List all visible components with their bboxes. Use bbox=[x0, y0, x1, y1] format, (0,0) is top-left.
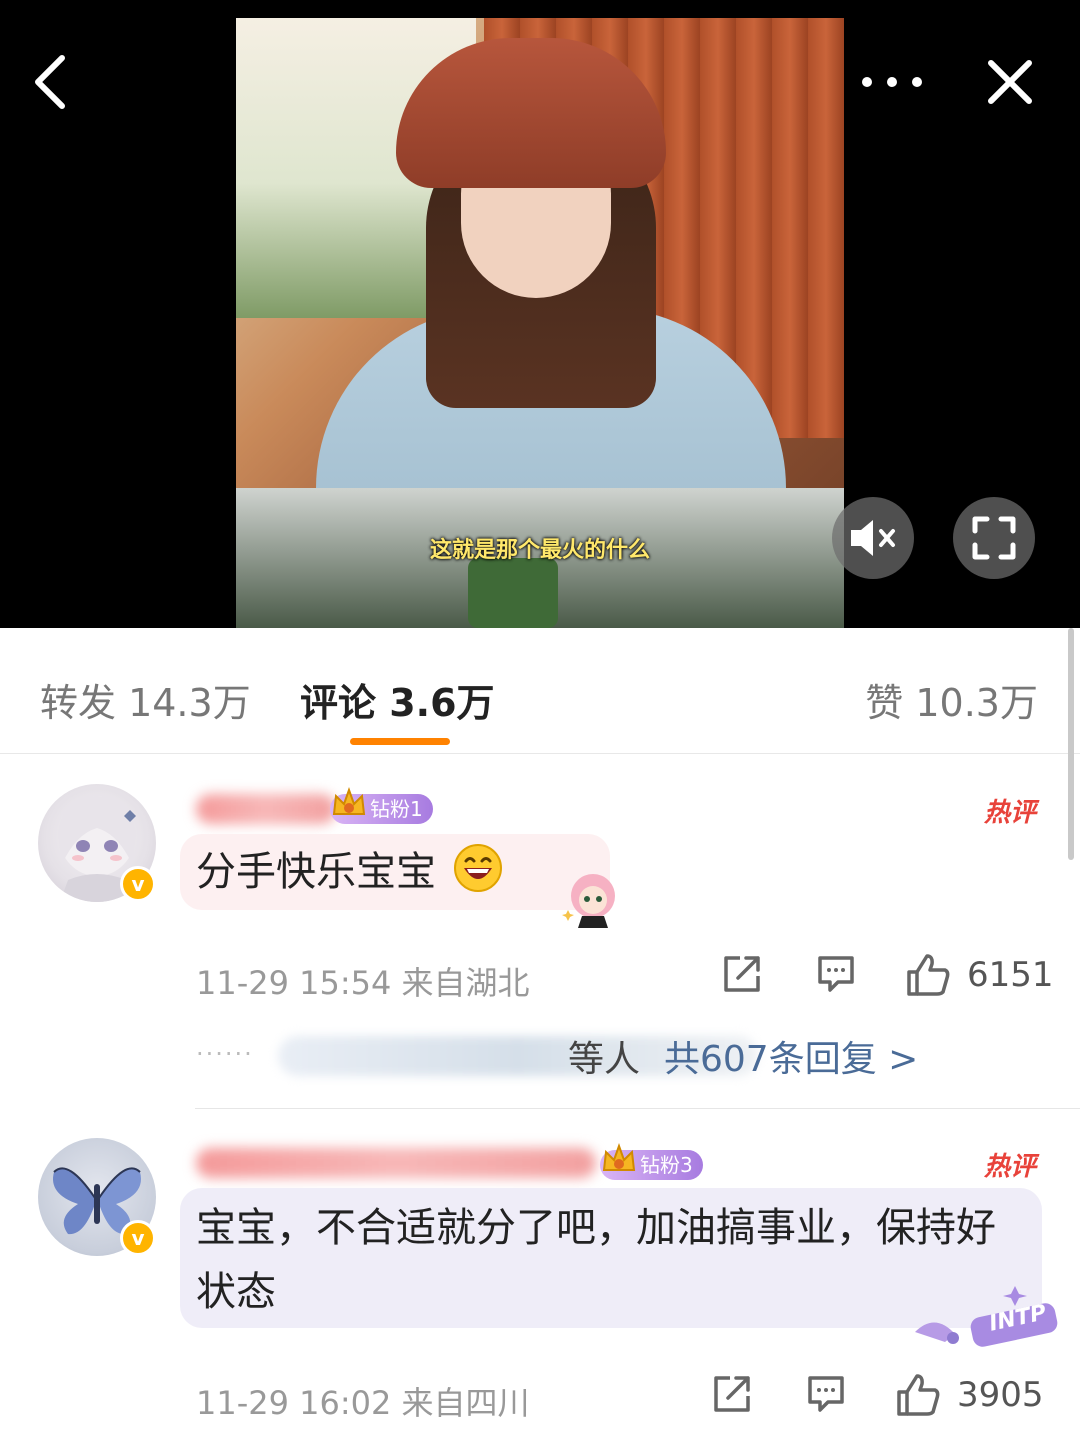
hot-comment-tag: 热评 bbox=[983, 798, 1036, 828]
chevron-left-icon bbox=[35, 55, 65, 109]
share-button[interactable] bbox=[720, 952, 764, 996]
share-button[interactable] bbox=[710, 1372, 754, 1416]
like-count: 3905 bbox=[957, 1375, 1044, 1415]
video-glass bbox=[468, 558, 558, 628]
comment-item: v 钻粉1 热评 分手快乐宝宝 11-29 15:54 来自湖北 6151 ··… bbox=[0, 756, 1080, 1106]
like-button[interactable]: 3905 bbox=[895, 1372, 1044, 1418]
divider bbox=[195, 1108, 1080, 1109]
fullscreen-button[interactable] bbox=[953, 497, 1035, 579]
video-frame[interactable]: 这就是那个最火的什么 bbox=[236, 18, 844, 628]
dots-decoration: ······ bbox=[196, 1040, 254, 1068]
comment-location: 来自湖北 bbox=[401, 964, 530, 1002]
mute-icon bbox=[851, 520, 895, 556]
replies-summary[interactable]: ······ 等人 共607条回复 > bbox=[196, 1030, 996, 1080]
intp-sticker: INTP bbox=[905, 1282, 1065, 1352]
avatar[interactable]: v bbox=[38, 1138, 156, 1256]
thumbs-up-icon bbox=[897, 1374, 940, 1416]
username-redacted[interactable] bbox=[196, 1148, 596, 1178]
video-player[interactable]: 这就是那个最火的什么 bbox=[0, 0, 1080, 628]
fan-badge-label: 钻粉3 bbox=[640, 1153, 693, 1177]
comment-text[interactable]: 宝宝，不合适就分了吧，加油搞事业，保持好状态 bbox=[196, 1196, 1026, 1324]
like-count: 6151 bbox=[967, 955, 1054, 995]
more-dots-icon bbox=[862, 77, 922, 87]
comment-timestamp: 11-29 16:02 bbox=[196, 1384, 392, 1422]
close-button[interactable] bbox=[970, 42, 1050, 122]
repliers-suffix: 等人 bbox=[568, 1039, 641, 1080]
mute-button[interactable] bbox=[832, 497, 914, 579]
crown-icon bbox=[602, 1143, 636, 1171]
comment-icon bbox=[818, 956, 854, 992]
anime-sticker-icon bbox=[562, 874, 615, 928]
reply-button[interactable] bbox=[804, 1372, 848, 1416]
view-replies-link[interactable]: 共607条回复 > bbox=[664, 1030, 918, 1082]
comment-icon bbox=[808, 1376, 844, 1412]
share-icon bbox=[724, 956, 760, 992]
video-subtitle: 这就是那个最火的什么 bbox=[429, 538, 650, 563]
back-button[interactable] bbox=[10, 42, 90, 122]
comment-text[interactable]: 分手快乐宝宝 bbox=[196, 840, 503, 904]
more-button[interactable] bbox=[852, 42, 932, 122]
verified-badge-icon: v bbox=[120, 1220, 156, 1256]
reply-button[interactable] bbox=[814, 952, 858, 996]
fan-level-badge[interactable]: 钻粉3 bbox=[600, 1143, 703, 1180]
avatar[interactable]: v bbox=[38, 784, 156, 902]
comment-meta: 11-29 16:02 来自四川 bbox=[196, 1378, 530, 1424]
close-icon bbox=[988, 60, 1032, 104]
hot-comment-tag: 热评 bbox=[983, 1152, 1036, 1182]
comment-location: 来自四川 bbox=[401, 1384, 530, 1422]
comment-item: v 钻粉3 热评 宝宝，不合适就分了吧，加油搞事业，保持好状态 INTP 11-… bbox=[0, 1110, 1080, 1445]
fullscreen-icon bbox=[972, 516, 1016, 560]
thumbs-up-icon bbox=[907, 954, 950, 996]
active-tab-indicator bbox=[350, 738, 450, 745]
verified-badge-icon: v bbox=[120, 866, 156, 902]
tab-comment[interactable]: 评论 3.6万 bbox=[300, 672, 495, 727]
username-redacted[interactable] bbox=[196, 794, 336, 824]
comment-meta: 11-29 15:54 来自湖北 bbox=[196, 958, 530, 1004]
like-button[interactable]: 6151 bbox=[905, 952, 1054, 998]
fan-level-badge[interactable]: 钻粉1 bbox=[330, 787, 433, 824]
share-icon bbox=[714, 1376, 750, 1412]
fan-badge-label: 钻粉1 bbox=[370, 797, 423, 821]
laughing-emoji-icon bbox=[453, 844, 502, 892]
interaction-tabs: 转发 14.3万 评论 3.6万 赞 10.3万 bbox=[0, 628, 1080, 754]
comment-timestamp: 11-29 15:54 bbox=[196, 964, 392, 1002]
comment-text-content: 分手快乐宝宝 bbox=[196, 849, 436, 895]
tab-like[interactable]: 赞 10.3万 bbox=[865, 672, 1038, 727]
crown-icon bbox=[332, 787, 366, 815]
tab-repost[interactable]: 转发 14.3万 bbox=[40, 672, 251, 727]
